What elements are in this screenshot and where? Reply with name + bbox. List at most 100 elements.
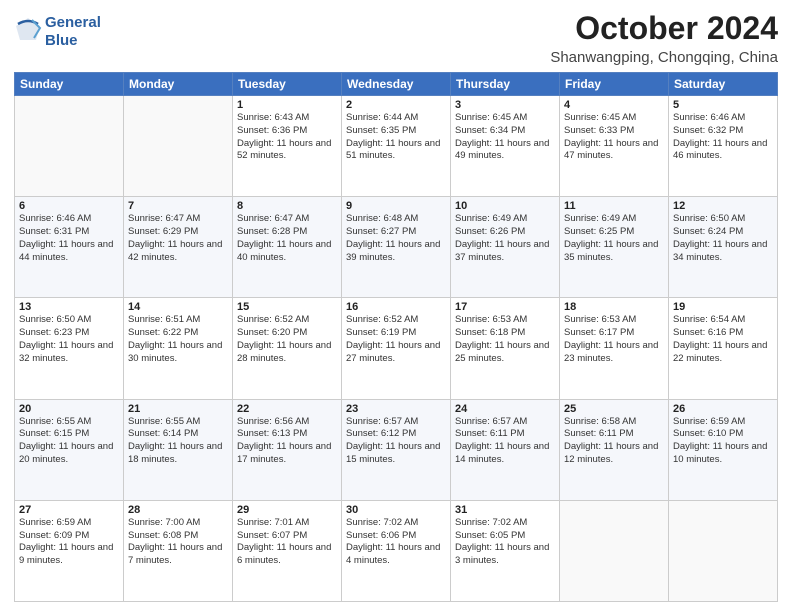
calendar-cell: 16Sunrise: 6:52 AMSunset: 6:19 PMDayligh…: [342, 298, 451, 399]
day-detail: Sunrise: 7:02 AMSunset: 6:06 PMDaylight:…: [346, 517, 446, 568]
day-number: 25: [564, 403, 664, 415]
calendar-cell: 11Sunrise: 6:49 AMSunset: 6:25 PMDayligh…: [560, 197, 669, 298]
logo: General Blue: [14, 14, 101, 50]
calendar-cell: 19Sunrise: 6:54 AMSunset: 6:16 PMDayligh…: [669, 298, 778, 399]
calendar-table: SundayMondayTuesdayWednesdayThursdayFrid…: [14, 72, 778, 602]
calendar-cell: 4Sunrise: 6:45 AMSunset: 6:33 PMDaylight…: [560, 96, 669, 197]
calendar-week-row: 1Sunrise: 6:43 AMSunset: 6:36 PMDaylight…: [15, 96, 778, 197]
calendar-cell: 10Sunrise: 6:49 AMSunset: 6:26 PMDayligh…: [451, 197, 560, 298]
day-detail: Sunrise: 6:43 AMSunset: 6:36 PMDaylight:…: [237, 112, 337, 163]
calendar-cell: 15Sunrise: 6:52 AMSunset: 6:20 PMDayligh…: [233, 298, 342, 399]
weekday-header-sunday: Sunday: [15, 73, 124, 96]
day-detail: Sunrise: 6:48 AMSunset: 6:27 PMDaylight:…: [346, 213, 446, 264]
day-number: 15: [237, 301, 337, 313]
day-number: 2: [346, 99, 446, 111]
calendar-cell: 23Sunrise: 6:57 AMSunset: 6:12 PMDayligh…: [342, 399, 451, 500]
calendar-week-row: 6Sunrise: 6:46 AMSunset: 6:31 PMDaylight…: [15, 197, 778, 298]
day-detail: Sunrise: 6:45 AMSunset: 6:34 PMDaylight:…: [455, 112, 555, 163]
calendar-cell: 18Sunrise: 6:53 AMSunset: 6:17 PMDayligh…: [560, 298, 669, 399]
day-number: 10: [455, 200, 555, 212]
calendar-cell: 29Sunrise: 7:01 AMSunset: 6:07 PMDayligh…: [233, 500, 342, 601]
calendar-cell: 7Sunrise: 6:47 AMSunset: 6:29 PMDaylight…: [124, 197, 233, 298]
day-detail: Sunrise: 6:57 AMSunset: 6:12 PMDaylight:…: [346, 416, 446, 467]
day-number: 8: [237, 200, 337, 212]
day-number: 17: [455, 301, 555, 313]
day-detail: Sunrise: 7:00 AMSunset: 6:08 PMDaylight:…: [128, 517, 228, 568]
day-number: 14: [128, 301, 228, 313]
weekday-header-monday: Monday: [124, 73, 233, 96]
calendar-cell: [560, 500, 669, 601]
day-detail: Sunrise: 6:56 AMSunset: 6:13 PMDaylight:…: [237, 416, 337, 467]
calendar-cell: 28Sunrise: 7:00 AMSunset: 6:08 PMDayligh…: [124, 500, 233, 601]
day-number: 20: [19, 403, 119, 415]
day-detail: Sunrise: 6:50 AMSunset: 6:24 PMDaylight:…: [673, 213, 773, 264]
day-number: 11: [564, 200, 664, 212]
calendar-cell: 25Sunrise: 6:58 AMSunset: 6:11 PMDayligh…: [560, 399, 669, 500]
calendar-cell: 24Sunrise: 6:57 AMSunset: 6:11 PMDayligh…: [451, 399, 560, 500]
calendar-cell: 12Sunrise: 6:50 AMSunset: 6:24 PMDayligh…: [669, 197, 778, 298]
calendar-week-row: 20Sunrise: 6:55 AMSunset: 6:15 PMDayligh…: [15, 399, 778, 500]
day-number: 16: [346, 301, 446, 313]
calendar-week-row: 27Sunrise: 6:59 AMSunset: 6:09 PMDayligh…: [15, 500, 778, 601]
calendar-cell: 17Sunrise: 6:53 AMSunset: 6:18 PMDayligh…: [451, 298, 560, 399]
calendar-subtitle: Shanwangping, Chongqing, China: [550, 49, 778, 66]
day-detail: Sunrise: 6:53 AMSunset: 6:18 PMDaylight:…: [455, 314, 555, 365]
day-detail: Sunrise: 6:58 AMSunset: 6:11 PMDaylight:…: [564, 416, 664, 467]
day-detail: Sunrise: 6:49 AMSunset: 6:26 PMDaylight:…: [455, 213, 555, 264]
day-detail: Sunrise: 6:47 AMSunset: 6:29 PMDaylight:…: [128, 213, 228, 264]
day-detail: Sunrise: 7:02 AMSunset: 6:05 PMDaylight:…: [455, 517, 555, 568]
day-number: 3: [455, 99, 555, 111]
calendar-cell: 30Sunrise: 7:02 AMSunset: 6:06 PMDayligh…: [342, 500, 451, 601]
weekday-header-row: SundayMondayTuesdayWednesdayThursdayFrid…: [15, 73, 778, 96]
day-number: 19: [673, 301, 773, 313]
weekday-header-saturday: Saturday: [669, 73, 778, 96]
day-detail: Sunrise: 6:49 AMSunset: 6:25 PMDaylight:…: [564, 213, 664, 264]
day-detail: Sunrise: 6:47 AMSunset: 6:28 PMDaylight:…: [237, 213, 337, 264]
calendar-cell: 2Sunrise: 6:44 AMSunset: 6:35 PMDaylight…: [342, 96, 451, 197]
day-detail: Sunrise: 6:52 AMSunset: 6:19 PMDaylight:…: [346, 314, 446, 365]
day-number: 4: [564, 99, 664, 111]
day-detail: Sunrise: 6:59 AMSunset: 6:10 PMDaylight:…: [673, 416, 773, 467]
day-number: 24: [455, 403, 555, 415]
day-detail: Sunrise: 6:55 AMSunset: 6:15 PMDaylight:…: [19, 416, 119, 467]
calendar-cell: 27Sunrise: 6:59 AMSunset: 6:09 PMDayligh…: [15, 500, 124, 601]
day-number: 5: [673, 99, 773, 111]
calendar-page: General Blue October 2024 Shanwangping, …: [0, 0, 792, 612]
day-number: 13: [19, 301, 119, 313]
day-detail: Sunrise: 6:46 AMSunset: 6:32 PMDaylight:…: [673, 112, 773, 163]
logo-line1: General: [45, 14, 101, 32]
calendar-cell: 3Sunrise: 6:45 AMSunset: 6:34 PMDaylight…: [451, 96, 560, 197]
day-number: 27: [19, 504, 119, 516]
day-detail: Sunrise: 6:59 AMSunset: 6:09 PMDaylight:…: [19, 517, 119, 568]
calendar-cell: 20Sunrise: 6:55 AMSunset: 6:15 PMDayligh…: [15, 399, 124, 500]
day-detail: Sunrise: 7:01 AMSunset: 6:07 PMDaylight:…: [237, 517, 337, 568]
day-detail: Sunrise: 6:55 AMSunset: 6:14 PMDaylight:…: [128, 416, 228, 467]
calendar-cell: 13Sunrise: 6:50 AMSunset: 6:23 PMDayligh…: [15, 298, 124, 399]
day-number: 28: [128, 504, 228, 516]
logo-icon: [14, 16, 42, 44]
calendar-cell: 14Sunrise: 6:51 AMSunset: 6:22 PMDayligh…: [124, 298, 233, 399]
calendar-cell: [124, 96, 233, 197]
day-number: 30: [346, 504, 446, 516]
day-detail: Sunrise: 6:54 AMSunset: 6:16 PMDaylight:…: [673, 314, 773, 365]
page-header: General Blue October 2024 Shanwangping, …: [14, 10, 778, 66]
day-number: 31: [455, 504, 555, 516]
day-detail: Sunrise: 6:50 AMSunset: 6:23 PMDaylight:…: [19, 314, 119, 365]
day-number: 22: [237, 403, 337, 415]
calendar-cell: 5Sunrise: 6:46 AMSunset: 6:32 PMDaylight…: [669, 96, 778, 197]
day-detail: Sunrise: 6:52 AMSunset: 6:20 PMDaylight:…: [237, 314, 337, 365]
weekday-header-wednesday: Wednesday: [342, 73, 451, 96]
day-number: 26: [673, 403, 773, 415]
day-detail: Sunrise: 6:44 AMSunset: 6:35 PMDaylight:…: [346, 112, 446, 163]
calendar-header: SundayMondayTuesdayWednesdayThursdayFrid…: [15, 73, 778, 96]
day-number: 18: [564, 301, 664, 313]
calendar-cell: 26Sunrise: 6:59 AMSunset: 6:10 PMDayligh…: [669, 399, 778, 500]
day-number: 6: [19, 200, 119, 212]
logo-line2: Blue: [45, 32, 101, 50]
day-detail: Sunrise: 6:53 AMSunset: 6:17 PMDaylight:…: [564, 314, 664, 365]
day-number: 1: [237, 99, 337, 111]
weekday-header-tuesday: Tuesday: [233, 73, 342, 96]
day-number: 29: [237, 504, 337, 516]
calendar-body: 1Sunrise: 6:43 AMSunset: 6:36 PMDaylight…: [15, 96, 778, 602]
calendar-cell: 9Sunrise: 6:48 AMSunset: 6:27 PMDaylight…: [342, 197, 451, 298]
